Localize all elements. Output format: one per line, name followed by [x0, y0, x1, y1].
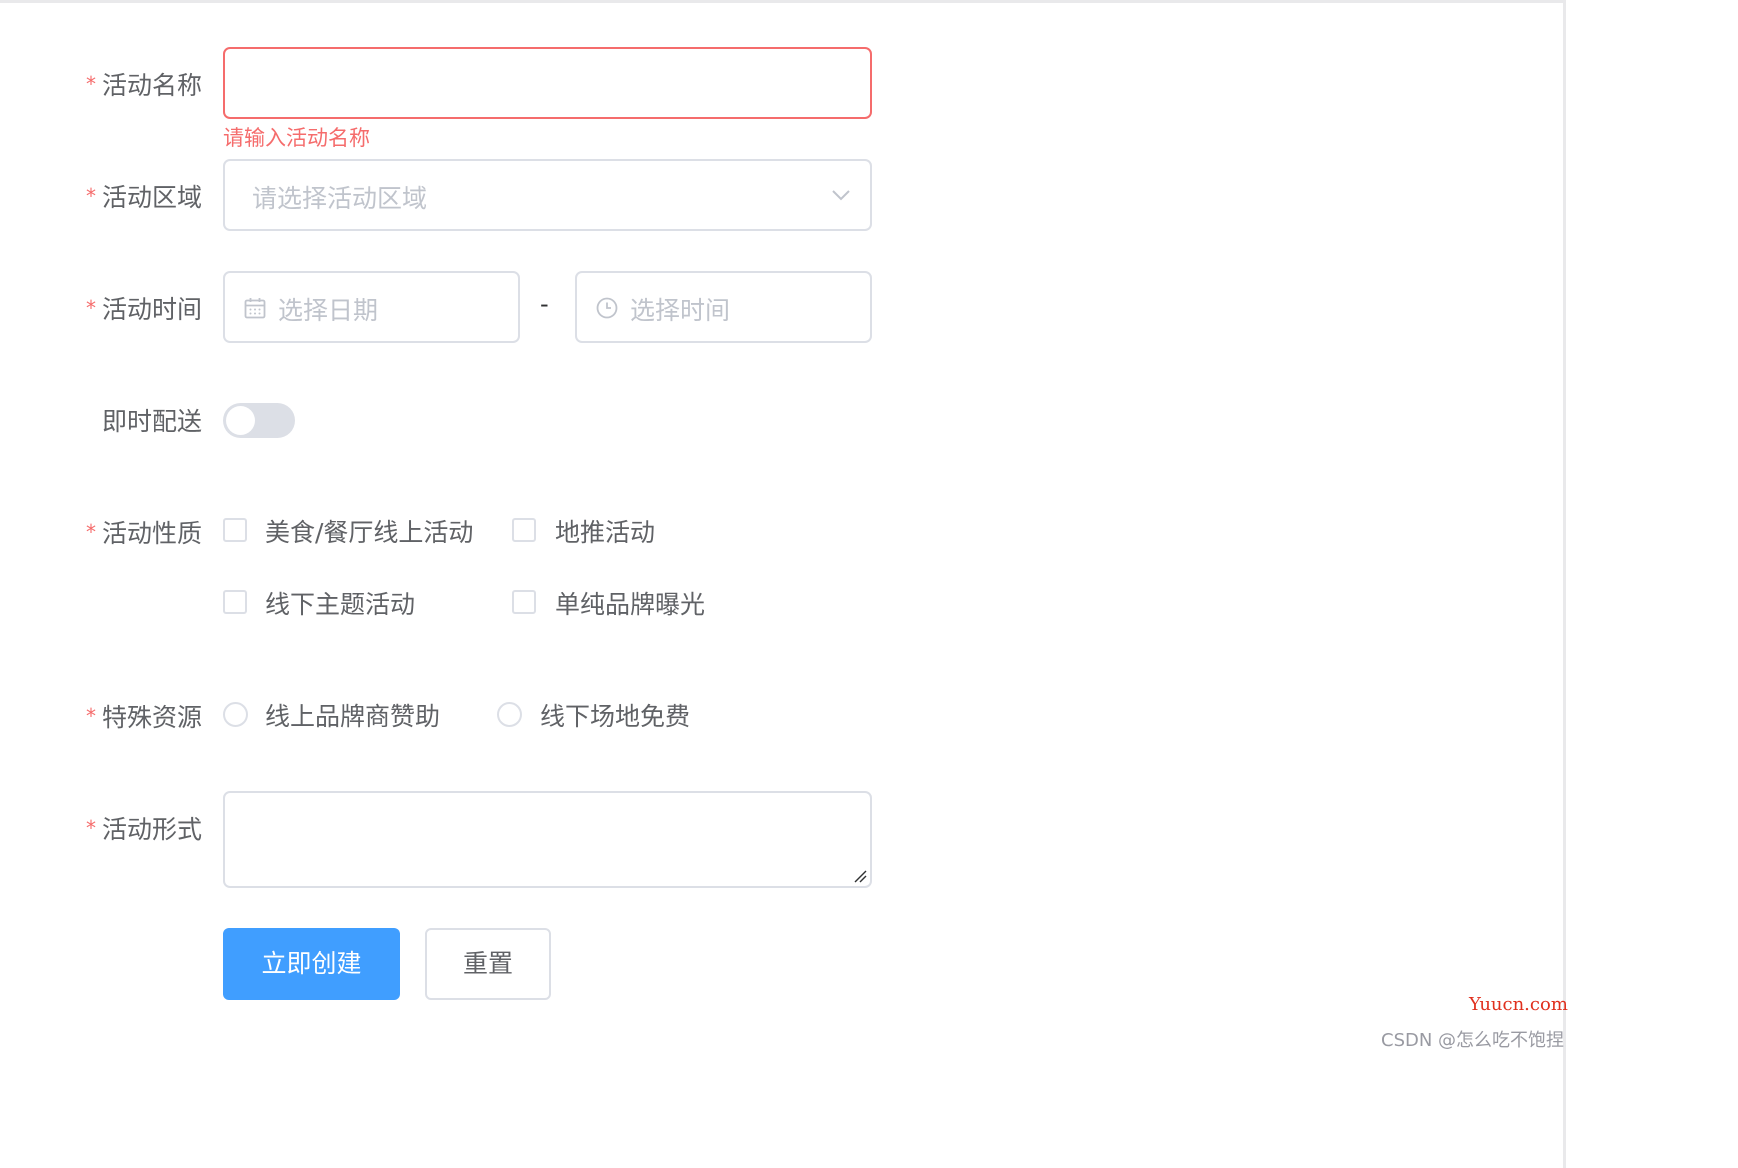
resize-grip-icon[interactable] [853, 869, 867, 883]
author-watermark: CSDN @怎么吃不饱捏 [1381, 1030, 1565, 1051]
create-button[interactable]: 立即创建 [223, 928, 400, 1000]
chevron-down-icon [832, 190, 850, 201]
type-option-4-label[interactable]: 单纯品牌曝光 [555, 585, 705, 621]
clock-icon [596, 297, 618, 319]
reset-button[interactable]: 重置 [425, 928, 551, 1000]
region-label: * 活动区域 [85, 183, 202, 212]
top-divider [0, 0, 1566, 3]
time-placeholder: 选择时间 [630, 296, 731, 325]
required-mark: * [85, 816, 96, 840]
type-option-2-label[interactable]: 地推活动 [555, 513, 655, 549]
resource-radio-1[interactable] [223, 702, 248, 727]
type-option-1-label[interactable]: 美食/餐厅线上活动 [265, 513, 473, 549]
type-checkbox-4[interactable] [512, 590, 536, 614]
name-label: * 活动名称 [85, 71, 202, 100]
calendar-icon [244, 298, 266, 319]
time-picker[interactable]: 选择时间 [575, 271, 872, 343]
activity-form-textarea[interactable] [223, 791, 872, 888]
region-select[interactable]: 请选择活动区域 [223, 159, 872, 231]
required-mark: * [85, 184, 96, 208]
delivery-switch[interactable] [223, 403, 295, 438]
region-placeholder: 请选择活动区域 [252, 184, 428, 213]
date-placeholder: 选择日期 [278, 296, 379, 325]
delivery-label: 即时配送 [101, 407, 202, 436]
site-watermark: Yuucn.com [1469, 994, 1568, 1015]
activity-name-input[interactable] [223, 47, 872, 119]
resource-option-2-label[interactable]: 线下场地免费 [540, 697, 690, 733]
desc-label: * 活动形式 [85, 815, 202, 844]
type-checkbox-2[interactable] [512, 518, 536, 542]
required-mark: * [85, 72, 96, 96]
time-label: * 活动时间 [85, 295, 202, 324]
resource-radio-2[interactable] [497, 702, 522, 727]
time-separator: - [540, 290, 549, 318]
right-divider [1563, 0, 1566, 1168]
required-mark: * [85, 520, 96, 544]
resource-label: * 特殊资源 [85, 703, 202, 732]
required-mark: * [85, 296, 96, 320]
type-checkbox-1[interactable] [223, 518, 247, 542]
name-error-message: 请输入活动名称 [223, 126, 370, 150]
resource-option-1-label[interactable]: 线上品牌商赞助 [265, 697, 440, 733]
switch-knob [226, 406, 255, 435]
required-mark: * [85, 704, 96, 728]
type-checkbox-3[interactable] [223, 590, 247, 614]
date-picker[interactable]: 选择日期 [223, 271, 520, 343]
type-option-3-label[interactable]: 线下主题活动 [265, 585, 415, 621]
type-label: * 活动性质 [85, 519, 202, 548]
